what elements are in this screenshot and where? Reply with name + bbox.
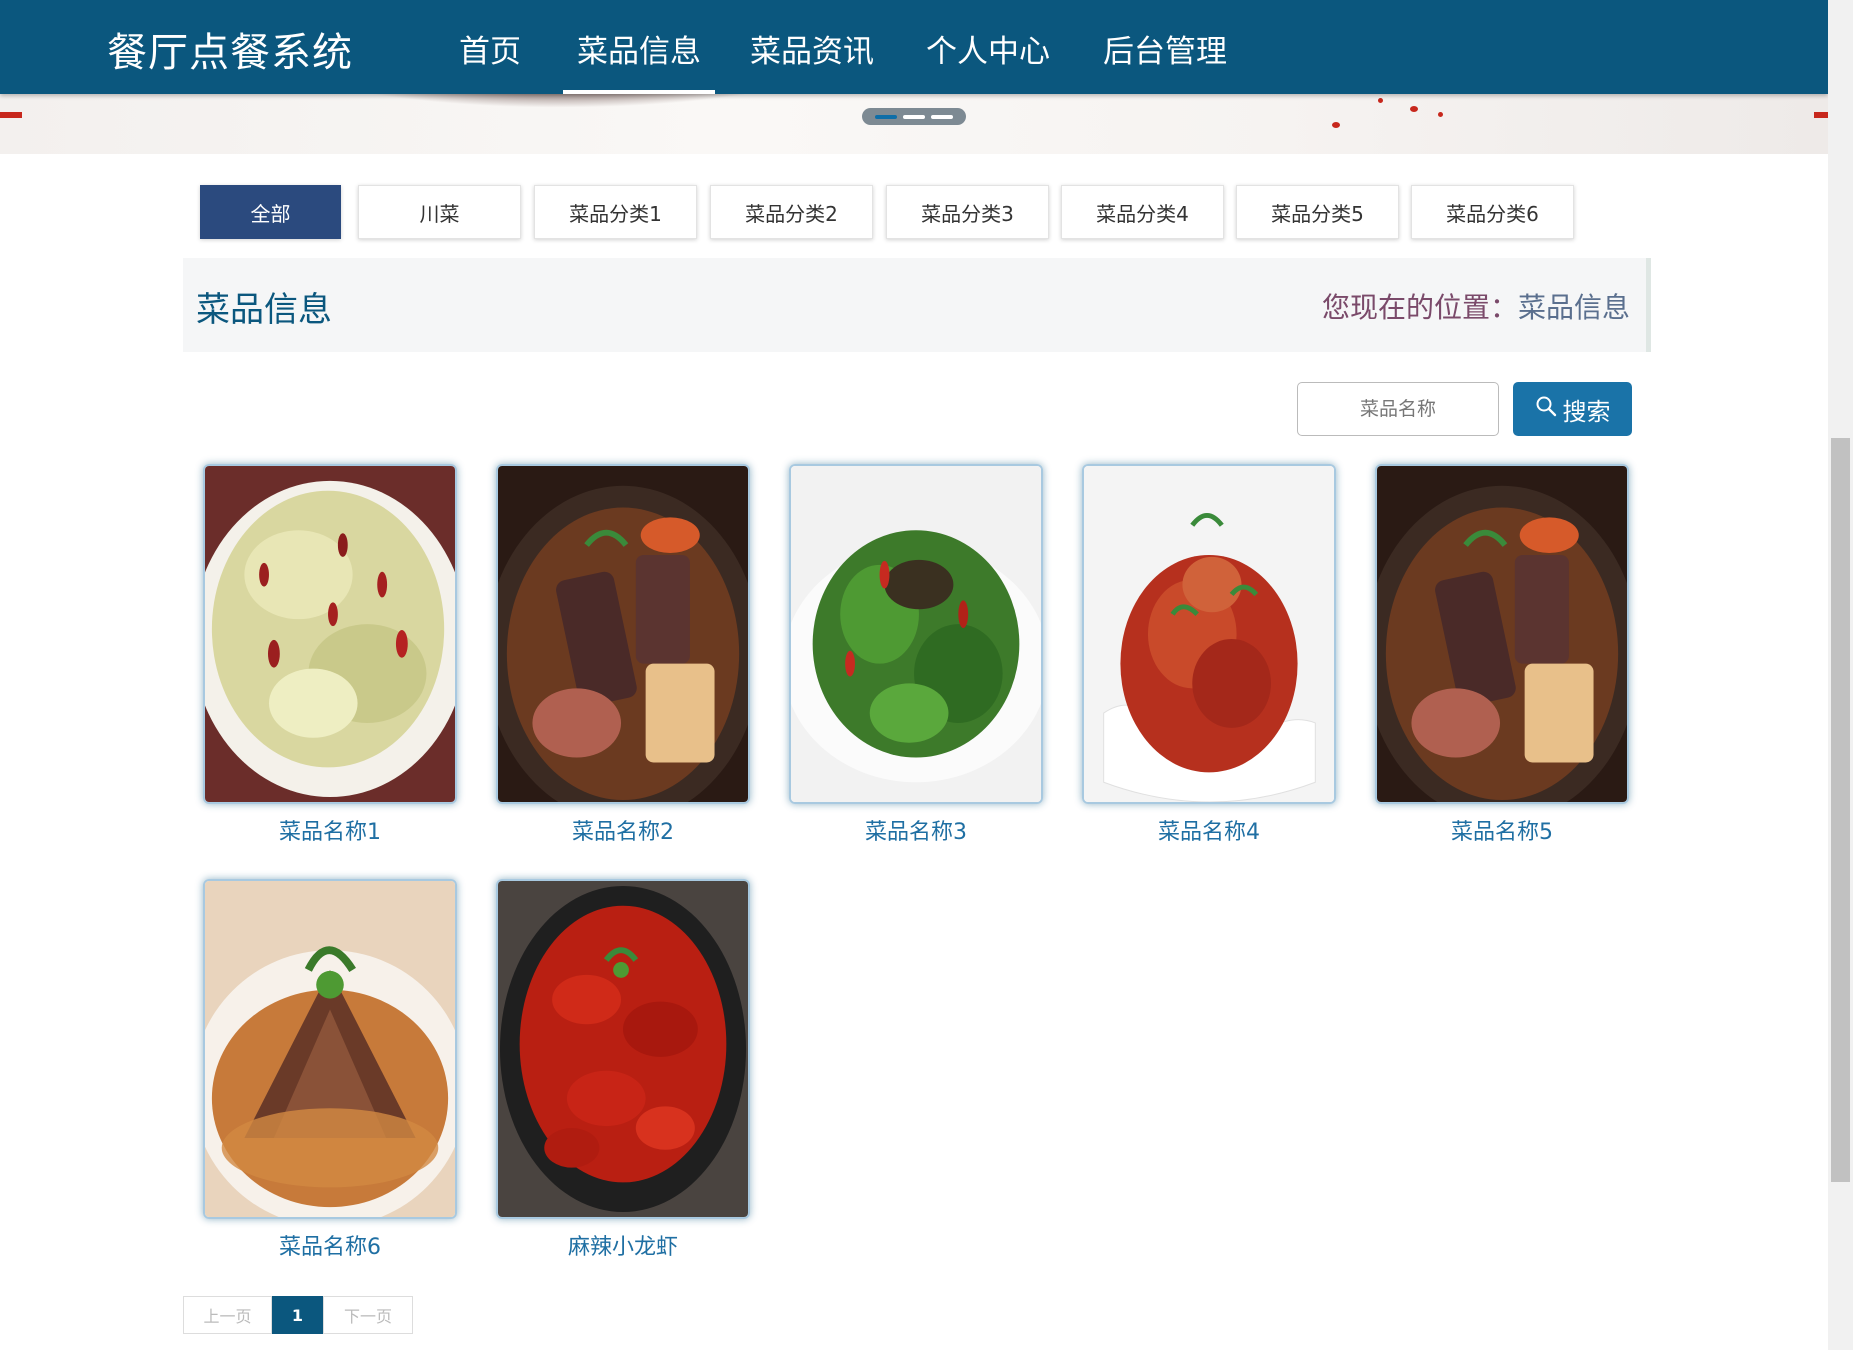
product-image-claypot[interactable] xyxy=(1375,464,1629,804)
product-card[interactable]: 菜品名称1 xyxy=(203,464,457,846)
product-name[interactable]: 菜品名称6 xyxy=(203,1229,457,1261)
search-icon xyxy=(1535,395,1557,423)
category-tab-4[interactable]: 菜品分类4 xyxy=(1061,185,1224,239)
banner-decoration xyxy=(1332,122,1340,128)
product-image-cabbage[interactable] xyxy=(203,464,457,804)
site-brand[interactable]: 餐厅点餐系统 xyxy=(107,20,353,78)
product-image-chili-chicken[interactable] xyxy=(1082,464,1336,804)
banner-decoration xyxy=(1410,106,1418,112)
product-image-beef[interactable] xyxy=(203,879,457,1219)
breadcrumb-prefix: 您现在的位置： xyxy=(1321,291,1518,324)
category-tab-6[interactable]: 菜品分类6 xyxy=(1411,185,1574,239)
nav-item-dishes[interactable]: 菜品信息 xyxy=(563,26,715,94)
page-title: 菜品信息 xyxy=(196,290,332,330)
category-tab-2[interactable]: 菜品分类2 xyxy=(710,185,873,239)
product-card[interactable]: 菜品名称6 xyxy=(203,879,457,1261)
product-image-greenbeans[interactable] xyxy=(789,464,1043,804)
product-image-crayfish[interactable] xyxy=(496,879,750,1219)
product-card[interactable]: 菜品名称2 xyxy=(496,464,750,846)
product-name[interactable]: 菜品名称3 xyxy=(789,814,1043,846)
product-card[interactable]: 菜品名称4 xyxy=(1082,464,1336,846)
carousel-indicators[interactable] xyxy=(862,108,966,125)
prev-page-button[interactable]: 上一页 xyxy=(183,1296,272,1334)
category-tab-sichuan[interactable]: 川菜 xyxy=(358,185,521,239)
carousel-dot[interactable] xyxy=(875,114,897,119)
product-name[interactable]: 菜品名称4 xyxy=(1082,814,1336,846)
category-tab-3[interactable]: 菜品分类3 xyxy=(886,185,1049,239)
banner-decoration xyxy=(1438,112,1443,117)
nav-item-home[interactable]: 首页 xyxy=(459,26,521,71)
banner-decoration xyxy=(0,112,22,118)
product-name[interactable]: 菜品名称2 xyxy=(496,814,750,846)
product-name[interactable]: 菜品名称5 xyxy=(1375,814,1629,846)
scrollbar-thumb[interactable] xyxy=(1831,438,1850,1182)
section-title-bar: 菜品信息 您现在的位置：菜品信息 xyxy=(183,258,1651,352)
nav-item-admin[interactable]: 后台管理 xyxy=(1103,26,1227,71)
carousel-dot[interactable] xyxy=(903,114,925,119)
breadcrumb: 您现在的位置：菜品信息 xyxy=(1322,286,1630,326)
product-card[interactable]: 麻辣小龙虾 xyxy=(496,879,750,1261)
product-name[interactable]: 菜品名称1 xyxy=(203,814,457,846)
nav-item-profile[interactable]: 个人中心 xyxy=(926,26,1050,71)
banner-decoration xyxy=(1814,112,1828,118)
product-image-claypot[interactable] xyxy=(496,464,750,804)
search-input[interactable] xyxy=(1297,382,1499,436)
category-tab-all[interactable]: 全部 xyxy=(200,185,341,239)
next-page-button[interactable]: 下一页 xyxy=(323,1296,413,1334)
category-tab-5[interactable]: 菜品分类5 xyxy=(1236,185,1399,239)
search-button[interactable]: 搜索 xyxy=(1513,382,1632,436)
breadcrumb-current[interactable]: 菜品信息 xyxy=(1518,291,1630,324)
product-name[interactable]: 麻辣小龙虾 xyxy=(496,1229,750,1261)
nav-item-news[interactable]: 菜品资讯 xyxy=(750,26,874,71)
banner-decoration xyxy=(1378,98,1383,103)
product-card[interactable]: 菜品名称3 xyxy=(789,464,1043,846)
product-card[interactable]: 菜品名称5 xyxy=(1375,464,1629,846)
search-button-label: 搜索 xyxy=(1562,397,1611,426)
pagination: 上一页 1 下一页 xyxy=(183,1296,413,1336)
carousel-dot[interactable] xyxy=(931,114,953,119)
category-tab-1[interactable]: 菜品分类1 xyxy=(534,185,697,239)
page-number-current[interactable]: 1 xyxy=(272,1296,323,1334)
top-navbar: 餐厅点餐系统 首页 菜品信息 菜品资讯 个人中心 后台管理 xyxy=(0,0,1828,94)
